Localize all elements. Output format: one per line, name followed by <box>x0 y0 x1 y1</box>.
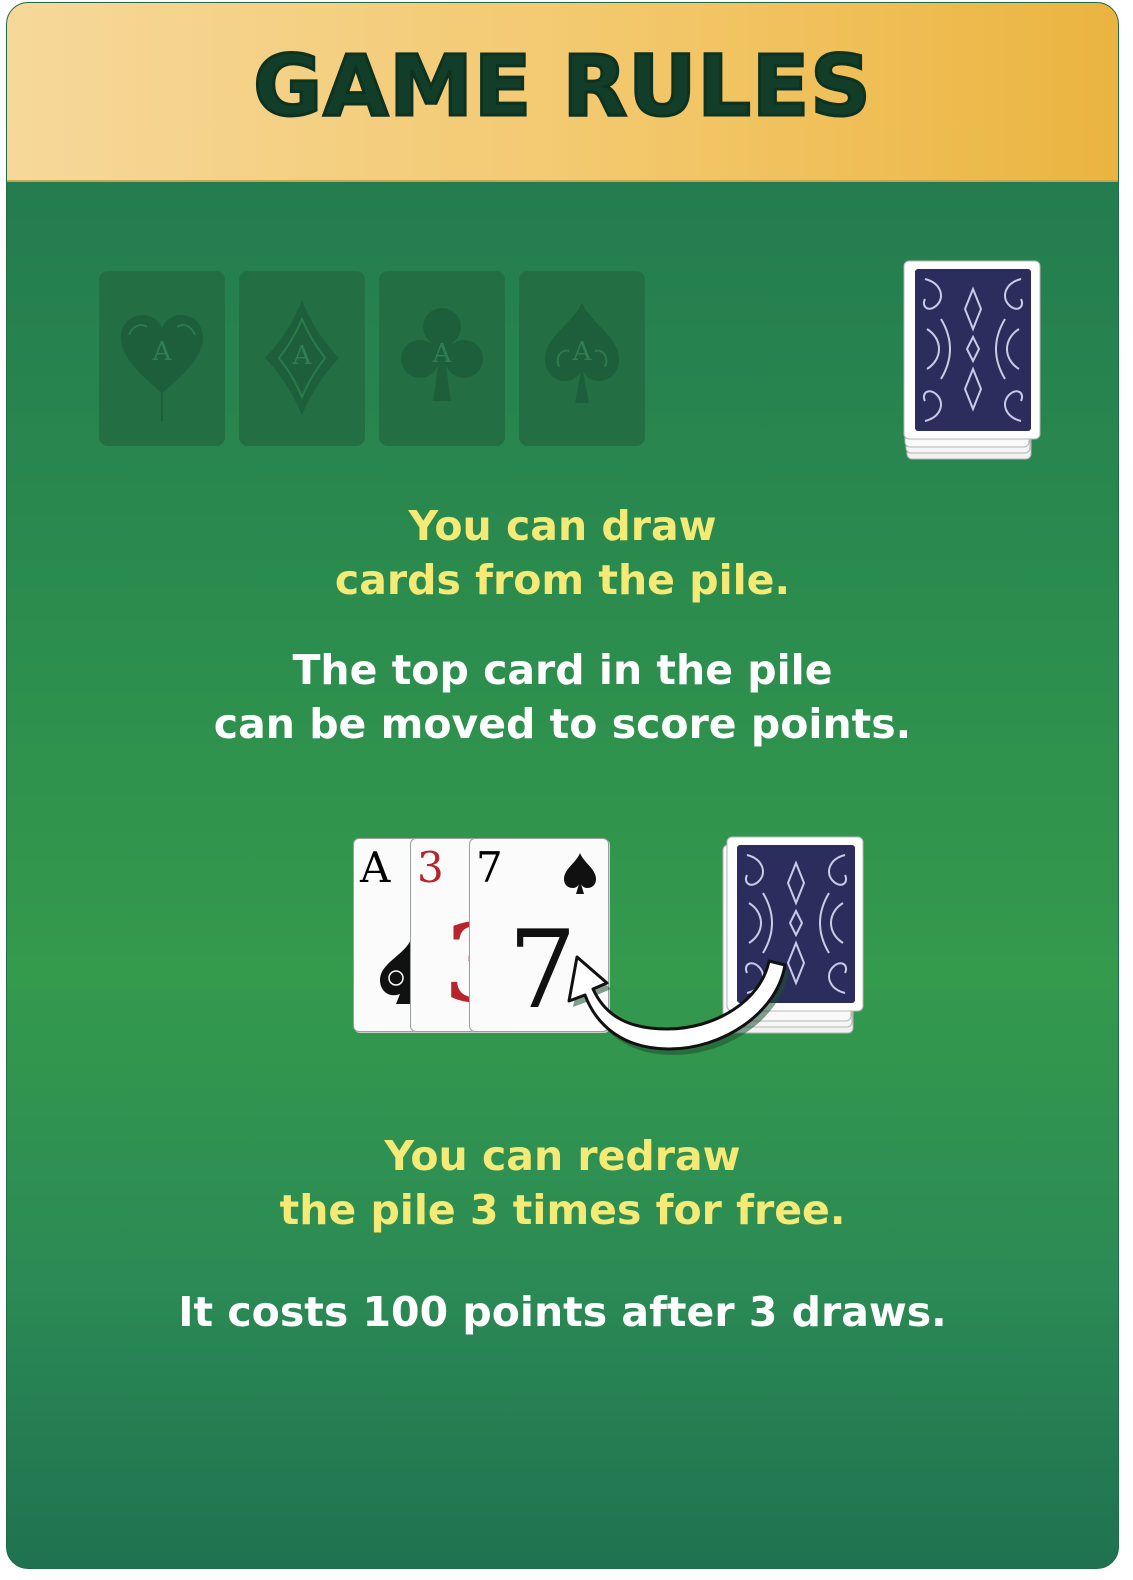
rule-cost-line: It costs 100 points after 3 draws. <box>178 1288 947 1336</box>
spade-icon <box>380 936 412 1004</box>
foundation-slot-diamonds[interactable]: A <box>239 271 365 446</box>
foundation-slot-hearts[interactable]: A <box>99 271 225 446</box>
rule-redraw-line1: You can redraw <box>384 1132 741 1180</box>
card-rank: 3 <box>417 843 444 892</box>
rule-draw-line2: cards from the pile. <box>334 556 791 604</box>
foundation-letter: A <box>432 339 452 369</box>
curved-arrow-icon <box>567 955 789 1055</box>
foundation-letter: A <box>152 337 172 367</box>
header-bar: GAME RULES <box>7 3 1118 182</box>
foundation-slot-spades[interactable]: A <box>519 271 645 446</box>
stock-pile[interactable] <box>901 259 1045 469</box>
spade-icon <box>564 853 596 894</box>
rule-top-line2: can be moved to score points. <box>213 700 912 748</box>
rule-draw-line1: You can draw <box>408 502 717 550</box>
rule-redraw-line2: the pile 3 times for free. <box>279 1186 846 1234</box>
rules-panel: GAME RULES A A A A You can draw cards fr… <box>6 2 1119 1569</box>
page-title: GAME RULES <box>252 36 872 137</box>
foundation-slot-clubs[interactable]: A <box>379 271 505 446</box>
card-rank: 7 <box>476 843 503 892</box>
card-rank: A <box>360 843 391 892</box>
card-back-stack-icon <box>903 260 1041 460</box>
foundation-letter: A <box>572 337 592 367</box>
foundation-letter: A <box>292 341 312 371</box>
rule-top-line1: The top card in the pile <box>292 646 833 694</box>
